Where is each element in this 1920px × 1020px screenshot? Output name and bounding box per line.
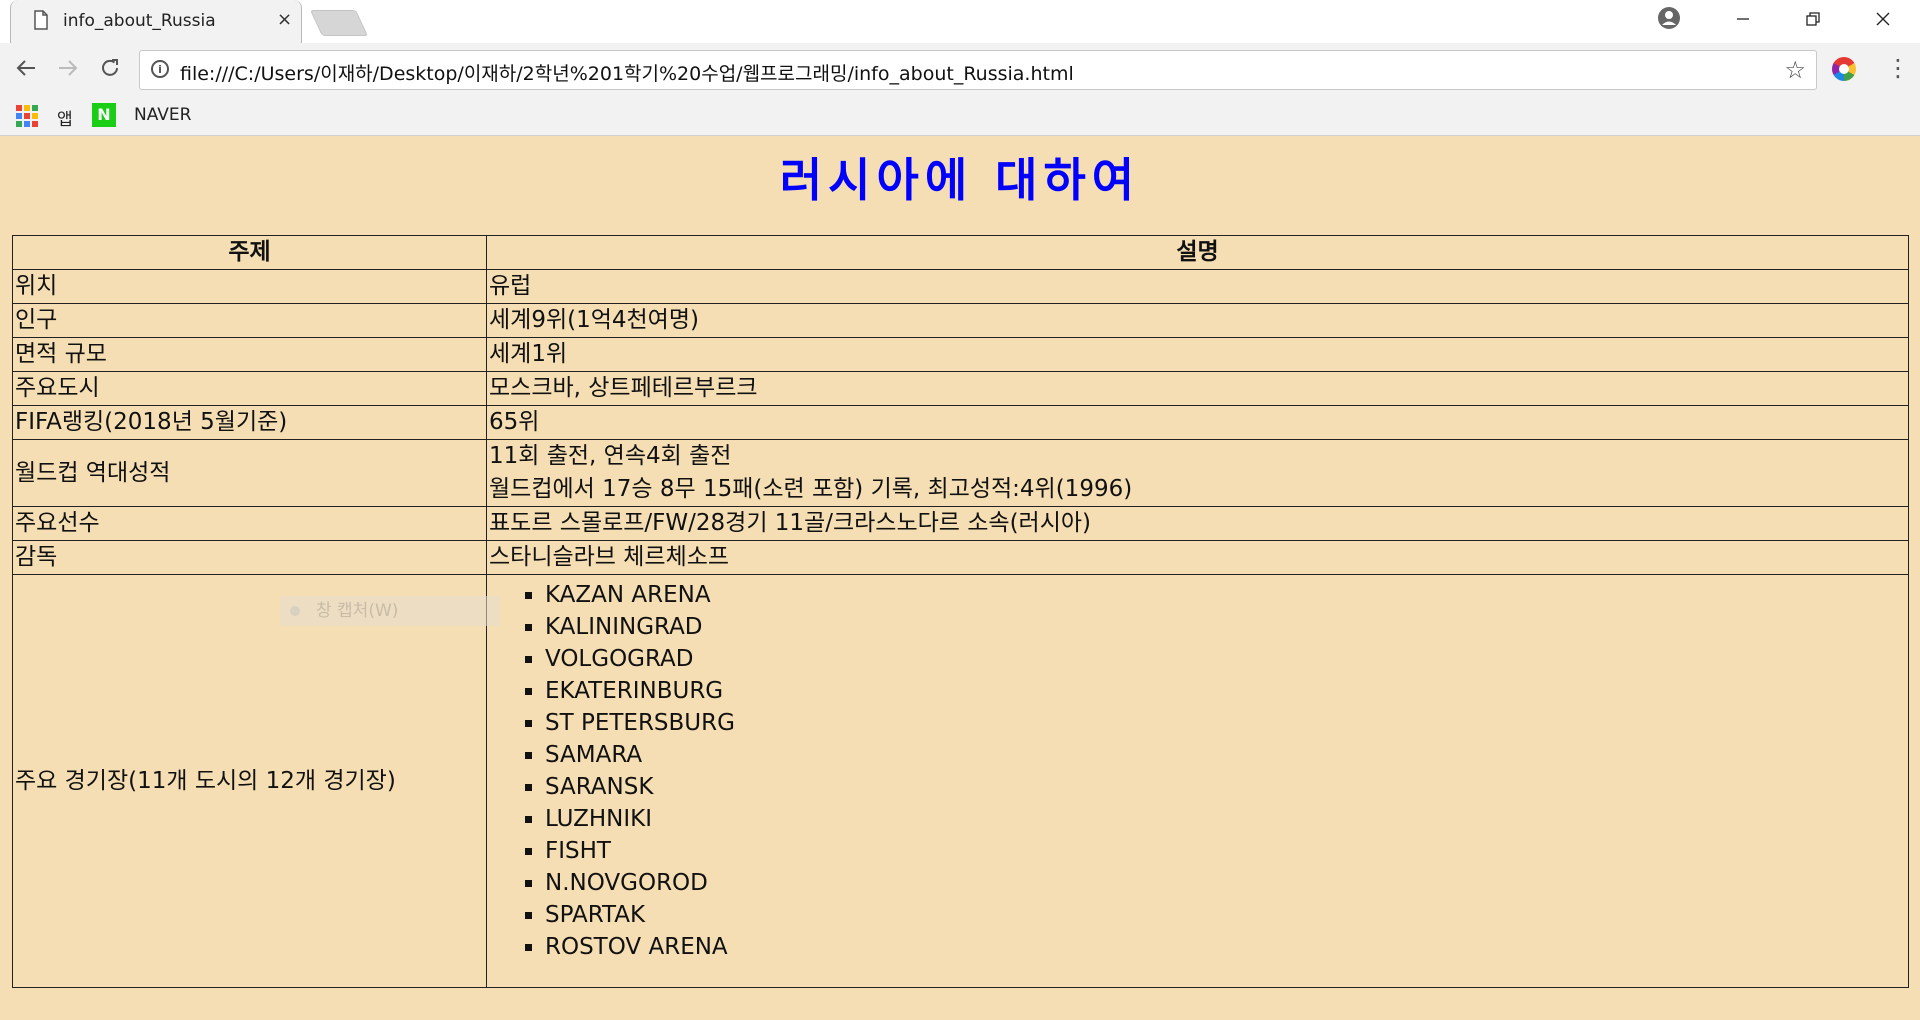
stadium-list-item: KALININGRAD [545, 611, 1906, 643]
description-line: 표도르 스몰로프/FW/28경기 11골/크라스노다르 소속(러시아) [489, 510, 1091, 536]
row-subject: 월드컵 역대성적 [12, 439, 487, 507]
back-arrow-icon [16, 60, 35, 76]
row-subject: 인구 [12, 303, 487, 338]
reload-icon [102, 59, 118, 76]
restore-button[interactable] [1793, 6, 1833, 36]
bookmark-star-icon[interactable]: ☆ [1784, 56, 1806, 84]
table-row: 주요선수 표도르 스몰로프/FW/28경기 11골/크라스노다르 소속(러시아) [12, 506, 1909, 541]
stadium-list: KAZAN ARENAKALININGRADVOLGOGRADEKATERINB… [489, 579, 1906, 963]
header-description: 설명 [486, 235, 1909, 270]
row-subject: 주요 경기장(11개 도시의 12개 경기장) [12, 574, 487, 988]
page-content: 러시아에 대하여 주제 설명 위치 유럽 인구 세계9위(1억4천여명) 면적 규모 세계… [0, 136, 1920, 1020]
apps-grid-icon[interactable] [16, 105, 38, 127]
table-row: 면적 규모 세계1위 [12, 337, 1909, 372]
back-button[interactable] [12, 57, 40, 85]
url-text[interactable]: file:///C:/Users/이재하/Desktop/이재하/2학년%201… [180, 59, 1074, 86]
header-subject: 주제 [12, 235, 487, 270]
description-line: 세계9위(1억4천여명) [489, 307, 699, 333]
row-subject: FIFA랭킹(2018년 5월기준) [12, 405, 487, 440]
page-title: 러시아에 대하여 [779, 153, 1141, 207]
table-row: FIFA랭킹(2018년 5월기준) 65위 [12, 405, 1909, 440]
table-row: 인구 세계9위(1억4천여명) [12, 303, 1909, 338]
browser-toolbar: i file:///C:/Users/이재하/Desktop/이재하/2학년%2… [0, 43, 1920, 97]
stadium-list-item: ROSTOV ARENA [545, 931, 1906, 963]
stadium-list-item: SPARTAK [545, 899, 1906, 931]
description-line: 세계1위 [489, 341, 568, 367]
row-description: 65위 [486, 405, 1909, 440]
row-description: 세계1위 [486, 337, 1909, 372]
stadium-list-item: N.NOVGOROD [545, 867, 1906, 899]
description-line: 모스크바, 상트페테르부르크 [489, 375, 758, 401]
row-description: 모스크바, 상트페테르부르크 [486, 371, 1909, 406]
close-window-button[interactable] [1863, 6, 1903, 36]
close-icon [1876, 12, 1890, 26]
description-line: 유럽 [489, 273, 532, 299]
description-line: 월드컵에서 17승 8무 15패(소련 포함) 기록, 최고성적:4위(1996… [489, 476, 1133, 502]
forward-arrow-icon [59, 60, 78, 76]
forward-button[interactable] [54, 57, 82, 85]
row-description: 스타니슬라브 체르체소프 [486, 540, 1909, 575]
address-bar[interactable]: i file:///C:/Users/이재하/Desktop/이재하/2학년%2… [139, 50, 1817, 90]
info-icon[interactable]: i [151, 60, 169, 78]
bookmark-apps-label[interactable]: 앱 [57, 105, 73, 130]
capture-window-hint: 창 캡처(W) [280, 596, 500, 626]
profile-icon[interactable] [1657, 6, 1681, 30]
naver-icon[interactable]: N [92, 103, 116, 127]
capture-hint-label: 창 캡처(W) [316, 601, 399, 621]
row-description: 표도르 스몰로프/FW/28경기 11골/크라스노다르 소속(러시아) [486, 506, 1909, 541]
capture-dot-icon [290, 606, 300, 616]
stadium-list-item: SAMARA [545, 739, 1906, 771]
document-icon [34, 10, 48, 30]
table-row: 감독 스타니슬라브 체르체소프 [12, 540, 1909, 575]
row-description: 유럽 [486, 269, 1909, 304]
reload-button[interactable] [96, 57, 124, 85]
row-subject: 주요선수 [12, 506, 487, 541]
table-row: 월드컵 역대성적 11회 출전, 연속4회 출전월드컵에서 17승 8무 15패(… [12, 439, 1909, 507]
browser-tab[interactable]: info_about_Russia × [10, 0, 302, 43]
minimize-icon [1737, 18, 1749, 20]
table-body: 위치 유럽 인구 세계9위(1억4천여명) 면적 규모 세계1위 주요도시 모스크바, 상트페… [12, 269, 1909, 988]
row-subject: 위치 [12, 269, 487, 304]
title-bar: info_about_Russia × [0, 0, 1920, 43]
stadium-list-item: VOLGOGRAD [545, 643, 1906, 675]
color-picker-extension-icon[interactable] [1832, 57, 1856, 81]
stadium-list-item: ST PETERSBURG [545, 707, 1906, 739]
table-row: 주요도시 모스크바, 상트페테르부르크 [12, 371, 1909, 406]
stadium-list-item: EKATERINBURG [545, 675, 1906, 707]
table-row: 위치 유럽 [12, 269, 1909, 304]
bookmark-naver-label[interactable]: NAVER [134, 105, 191, 125]
restore-icon [1806, 12, 1820, 26]
minimize-button[interactable] [1723, 6, 1763, 36]
stadium-list-item: SARANSK [545, 771, 1906, 803]
row-subject: 면적 규모 [12, 337, 487, 372]
tab-close-icon[interactable]: × [277, 9, 292, 30]
stadium-list-item: FISHT [545, 835, 1906, 867]
table-header-row: 주제 설명 [12, 235, 1909, 270]
description-line: 65위 [489, 409, 540, 435]
row-subject: 감독 [12, 540, 487, 575]
menu-kebab-icon[interactable]: ⋮ [1886, 53, 1910, 83]
tab-title: info_about_Russia [63, 11, 216, 31]
row-description: 세계9위(1억4천여명) [486, 303, 1909, 338]
row-subject: 주요도시 [12, 371, 487, 406]
description-line: 스타니슬라브 체르체소프 [489, 544, 730, 570]
stadium-list-item: KAZAN ARENA [545, 579, 1906, 611]
bookmarks-bar: 앱 N NAVER [0, 97, 1920, 136]
table-row-stadiums: 주요 경기장(11개 도시의 12개 경기장)KAZAN ARENAKALINI… [12, 574, 1909, 988]
new-tab-button[interactable] [309, 10, 369, 36]
row-description: KAZAN ARENAKALININGRADVOLGOGRADEKATERINB… [486, 574, 1909, 988]
row-description: 11회 출전, 연속4회 출전월드컵에서 17승 8무 15패(소련 포함) 기… [486, 439, 1909, 507]
description-line: 11회 출전, 연속4회 출전 [489, 443, 732, 469]
stadium-list-item: LUZHNIKI [545, 803, 1906, 835]
